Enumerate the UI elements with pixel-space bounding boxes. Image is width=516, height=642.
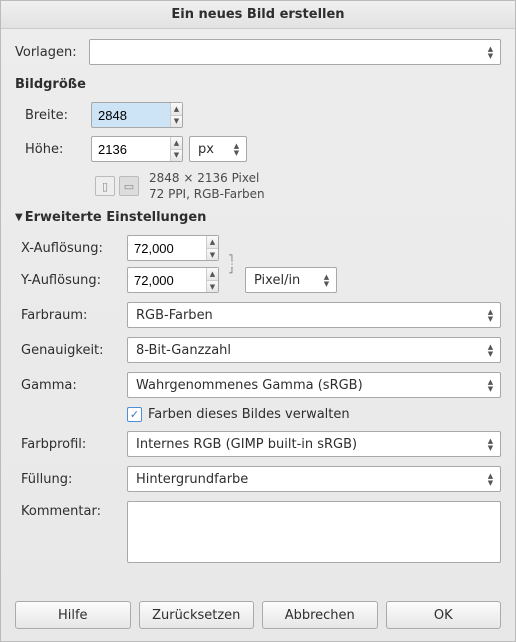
xres-field[interactable] bbox=[134, 241, 206, 256]
xres-input[interactable]: ▲▼ bbox=[127, 235, 219, 261]
fill-combo[interactable]: Hintergrundfarbe ▲▼ bbox=[127, 466, 501, 492]
colorspace-row: Farbraum: RGB-Farben ▲▼ bbox=[15, 302, 501, 328]
profile-row: Farbprofil: Internes RGB (GIMP built-in … bbox=[15, 431, 501, 457]
window-title: Ein neues Bild erstellen bbox=[171, 7, 344, 22]
gamma-value: Wahrgenommenes Gamma (sRGB) bbox=[136, 378, 363, 393]
gamma-row: Gamma: Wahrgenommenes Gamma (sRGB) ▲▼ bbox=[15, 372, 501, 398]
reset-button[interactable]: Zurücksetzen bbox=[139, 601, 255, 629]
profile-value: Internes RGB (GIMP built-in sRGB) bbox=[136, 437, 357, 452]
manage-colors-checkbox-row[interactable]: ✓ Farben dieses Bildes verwalten bbox=[127, 407, 350, 422]
width-input[interactable]: ▲▼ bbox=[91, 102, 183, 128]
dialog-buttons: Hilfe Zurücksetzen Abbrechen OK bbox=[1, 591, 515, 641]
height-label: Höhe: bbox=[15, 142, 85, 157]
res-unit-value: Pixel/in bbox=[254, 273, 300, 288]
combo-stepper-icon: ▲▼ bbox=[485, 438, 496, 451]
comment-row: Kommentar: bbox=[15, 501, 501, 563]
combo-stepper-icon: ▲▼ bbox=[231, 143, 242, 156]
resolution-chain-icon[interactable]: ┐⋮┘ bbox=[225, 250, 239, 279]
advanced-heading: Erweiterte Einstellungen bbox=[25, 210, 207, 225]
manage-colors-checkbox[interactable]: ✓ bbox=[127, 407, 142, 422]
precision-value: 8-Bit-Ganzzahl bbox=[136, 343, 231, 358]
size-info-row: ▯ ▭ 2848 × 2136 Pixel 72 PPI, RGB-Farben bbox=[15, 170, 501, 202]
width-label: Breite: bbox=[15, 108, 85, 123]
cancel-button[interactable]: Abbrechen bbox=[262, 601, 378, 629]
combo-stepper-icon: ▲▼ bbox=[485, 46, 496, 59]
precision-row: Genauigkeit: 8-Bit-Ganzzahl ▲▼ bbox=[15, 337, 501, 363]
fill-value: Hintergrundfarbe bbox=[136, 472, 248, 487]
templates-row: Vorlagen: ▲▼ bbox=[15, 39, 501, 65]
titlebar: Ein neues Bild erstellen bbox=[1, 1, 515, 29]
dialog-content: Vorlagen: ▲▼ Bildgröße Breite: ▲▼ Höhe: … bbox=[1, 29, 515, 591]
height-spin-buttons[interactable]: ▲▼ bbox=[170, 137, 182, 161]
gamma-combo[interactable]: Wahrgenommenes Gamma (sRGB) ▲▼ bbox=[127, 372, 501, 398]
comment-label: Kommentar: bbox=[15, 501, 121, 519]
manage-colors-row: ✓ Farben dieses Bildes verwalten bbox=[15, 407, 501, 422]
profile-label: Farbprofil: bbox=[15, 437, 121, 452]
size-unit-combo[interactable]: px ▲▼ bbox=[189, 136, 247, 162]
profile-combo[interactable]: Internes RGB (GIMP built-in sRGB) ▲▼ bbox=[127, 431, 501, 457]
size-info-line-2: 72 PPI, RGB-Farben bbox=[149, 186, 265, 202]
colorspace-value: RGB-Farben bbox=[136, 308, 213, 323]
size-info-text: 2848 × 2136 Pixel 72 PPI, RGB-Farben bbox=[149, 170, 265, 202]
ok-button[interactable]: OK bbox=[386, 601, 502, 629]
dialog-window: Ein neues Bild erstellen Vorlagen: ▲▼ Bi… bbox=[0, 0, 516, 642]
landscape-icon[interactable]: ▭ bbox=[119, 176, 139, 196]
yres-field[interactable] bbox=[134, 273, 206, 288]
yres-input[interactable]: ▲▼ bbox=[127, 267, 219, 293]
combo-stepper-icon: ▲▼ bbox=[321, 274, 332, 287]
precision-label: Genauigkeit: bbox=[15, 343, 121, 358]
combo-stepper-icon: ▲▼ bbox=[485, 309, 496, 322]
advanced-expander[interactable]: ▼ Erweiterte Einstellungen bbox=[15, 210, 501, 225]
portrait-icon[interactable]: ▯ bbox=[95, 176, 115, 196]
xres-spin-buttons[interactable]: ▲▼ bbox=[206, 236, 218, 260]
comment-textarea[interactable] bbox=[127, 501, 501, 563]
fill-row: Füllung: Hintergrundfarbe ▲▼ bbox=[15, 466, 501, 492]
colorspace-label: Farbraum: bbox=[15, 308, 121, 323]
combo-stepper-icon: ▲▼ bbox=[485, 473, 496, 486]
yres-spin-buttons[interactable]: ▲▼ bbox=[206, 268, 218, 292]
manage-colors-label: Farben dieses Bildes verwalten bbox=[148, 407, 350, 422]
yres-label: Y-Auflösung: bbox=[15, 273, 121, 288]
height-field[interactable] bbox=[98, 142, 170, 157]
width-field[interactable] bbox=[98, 108, 170, 123]
resolution-block: X-Auflösung: ▲▼ Y-Auflösung: ▲▼ bbox=[15, 235, 501, 293]
combo-stepper-icon: ▲▼ bbox=[485, 344, 496, 357]
height-input[interactable]: ▲▼ bbox=[91, 136, 183, 162]
templates-label: Vorlagen: bbox=[15, 45, 83, 60]
image-size-heading: Bildgröße bbox=[15, 77, 501, 92]
orientation-icons: ▯ ▭ bbox=[95, 176, 139, 196]
templates-combo[interactable]: ▲▼ bbox=[89, 39, 501, 65]
combo-stepper-icon: ▲▼ bbox=[485, 379, 496, 392]
xres-label: X-Auflösung: bbox=[15, 241, 121, 256]
advanced-group: X-Auflösung: ▲▼ Y-Auflösung: ▲▼ bbox=[15, 235, 501, 563]
size-unit-value: px bbox=[198, 142, 214, 157]
colorspace-combo[interactable]: RGB-Farben ▲▼ bbox=[127, 302, 501, 328]
width-spin-buttons[interactable]: ▲▼ bbox=[170, 103, 182, 127]
expander-triangle-icon: ▼ bbox=[15, 212, 23, 223]
width-row: Breite: ▲▼ bbox=[15, 102, 501, 128]
gamma-label: Gamma: bbox=[15, 378, 121, 393]
res-unit-combo[interactable]: Pixel/in ▲▼ bbox=[245, 267, 337, 293]
help-button[interactable]: Hilfe bbox=[15, 601, 131, 629]
size-info-line-1: 2848 × 2136 Pixel bbox=[149, 170, 265, 186]
precision-combo[interactable]: 8-Bit-Ganzzahl ▲▼ bbox=[127, 337, 501, 363]
fill-label: Füllung: bbox=[15, 472, 121, 487]
height-row: Höhe: ▲▼ px ▲▼ bbox=[15, 136, 501, 162]
